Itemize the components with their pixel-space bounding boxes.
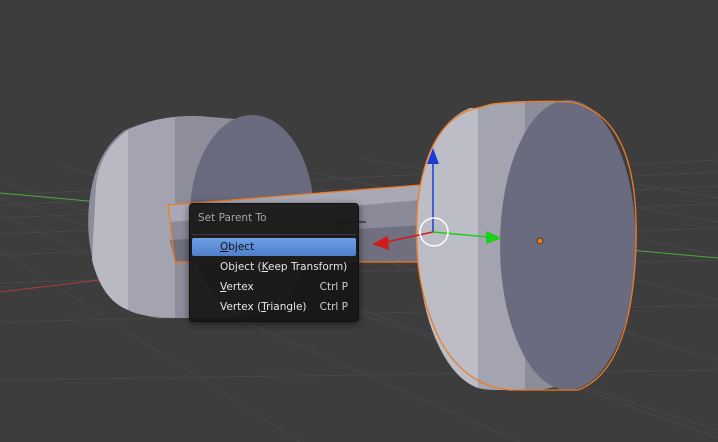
menu-item-object-keep-transform[interactable]: Object (Keep Transform) <box>192 258 356 276</box>
menu-title: Set Parent To <box>198 212 267 224</box>
set-parent-menu: Set Parent To Object Object (Keep Transf… <box>189 203 359 322</box>
right-wheel[interactable] <box>415 100 637 391</box>
menu-item-vertex[interactable]: Vertex Ctrl P <box>192 278 356 296</box>
menu-item-label: Vertex (Triangle) <box>220 301 307 313</box>
menu-separator <box>192 234 356 235</box>
3d-viewport[interactable] <box>0 0 718 442</box>
menu-item-label: Object <box>220 241 255 253</box>
menu-item-label: Object (Keep Transform) <box>220 261 348 273</box>
menu-item-label: Vertex <box>220 281 254 293</box>
menu-item-shortcut: Ctrl P <box>319 301 348 313</box>
menu-item-object[interactable]: Object <box>192 238 356 256</box>
menu-item-shortcut: Ctrl P <box>319 281 348 293</box>
origin-point[interactable] <box>536 237 544 245</box>
menu-item-vertex-triangle[interactable]: Vertex (Triangle) Ctrl P <box>192 298 356 316</box>
